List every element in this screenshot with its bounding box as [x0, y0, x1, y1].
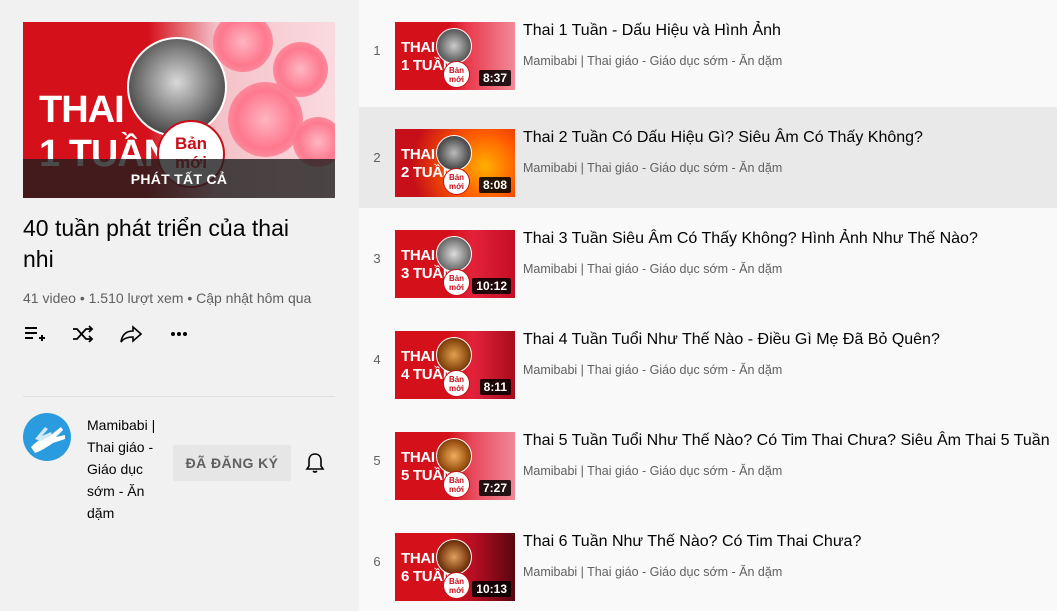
badge-line1: Bản [448, 375, 465, 384]
video-title[interactable]: Thai 3 Tuần Siêu Âm Có Thấy Không? Hình … [523, 230, 978, 248]
badge-line2: mới [448, 75, 465, 84]
playlist-meta: 41 video • 1.510 lượt xem • Cập nhật hôm… [23, 290, 312, 306]
playlist-video-list: 1 THAI 1 TUẦN Bản mới 8:37 Thai 1 Tuần - D… [359, 0, 1057, 611]
playlist-item[interactable]: 1 THAI 1 TUẦN Bản mới 8:37 Thai 1 Tuần - D… [359, 0, 1057, 101]
badge-line2: mới [448, 283, 465, 292]
item-index: 2 [373, 150, 381, 165]
video-title[interactable]: Thai 4 Tuần Tuổi Như Thế Nào - Điều Gì M… [523, 331, 940, 349]
video-channel[interactable]: Mamibabi | Thai giáo - Giáo dục sớm - Ăn… [523, 565, 782, 579]
video-thumbnail[interactable]: THAI 6 TUẦN Bản mới 10:13 [395, 533, 515, 601]
playlist-item[interactable]: 6 THAI 6 TUẦN Bản mới 10:13 Thai 6 Tuần Nh… [359, 511, 1057, 611]
badge-line1: Bản [174, 134, 208, 153]
playlist-item[interactable]: 5 THAI 5 TUẦN Bản mới 7:27 Thai 5 Tuần Tuổ… [359, 410, 1057, 511]
badge-line2: mới [448, 485, 465, 494]
thumb-image [436, 135, 472, 171]
playlist-item[interactable]: 2 THAI 2 TUẦN Bản mới 8:08 Thai 2 Tuần Có … [359, 107, 1057, 208]
video-duration: 10:13 [472, 581, 511, 597]
thumb-image [436, 236, 472, 272]
play-all-button[interactable]: PHÁT TẤT CẢ [23, 159, 335, 198]
thumb-image [436, 438, 472, 474]
more-icon[interactable] [167, 322, 191, 346]
video-duration: 8:08 [478, 177, 511, 193]
playlist-item[interactable]: 3 THAI 3 TUẦN Bản mới 10:12 Thai 3 Tuần Si… [359, 208, 1057, 309]
video-title[interactable]: Thai 6 Tuần Như Thế Nào? Có Tim Thai Chư… [523, 533, 861, 551]
item-index: 3 [373, 251, 381, 266]
thumb-image [436, 539, 472, 575]
video-channel[interactable]: Mamibabi | Thai giáo - Giáo dục sớm - Ăn… [523, 262, 782, 276]
new-badge: Bản mới [443, 269, 470, 296]
new-badge: Bản mới [443, 572, 470, 599]
decor-embryo [228, 82, 303, 157]
hands-logo-icon [31, 427, 65, 453]
video-channel[interactable]: Mamibabi | Thai giáo - Giáo dục sớm - Ăn… [523, 54, 782, 68]
divider [23, 396, 335, 397]
playlist-thumbnail[interactable]: THAI 1 TUẦN Bản mới PHÁT TẤT CẢ [23, 22, 335, 198]
video-thumbnail[interactable]: THAI 3 TUẦN Bản mới 10:12 [395, 230, 515, 298]
share-icon[interactable] [119, 322, 143, 346]
playlist-title: 40 tuần phát triển của thai nhi [23, 215, 289, 272]
badge-line1: Bản [448, 66, 465, 75]
badge-line2: mới [448, 586, 465, 595]
notification-bell-icon[interactable] [303, 451, 327, 475]
thumb-image [436, 28, 472, 64]
playlist-actions [23, 322, 215, 352]
video-thumbnail[interactable]: THAI 1 TUẦN Bản mới 8:37 [395, 22, 515, 90]
video-channel[interactable]: Mamibabi | Thai giáo - Giáo dục sớm - Ăn… [523, 161, 782, 175]
item-index: 1 [373, 43, 381, 58]
video-duration: 8:37 [478, 70, 511, 86]
item-index: 4 [373, 352, 381, 367]
subscribed-button[interactable]: ĐÃ ĐĂNG KÝ [173, 445, 291, 481]
playlist-item[interactable]: 4 THAI 4 TUẦN Bản mới 8:11 Thai 4 Tuần Tuổ… [359, 309, 1057, 410]
badge-line1: Bản [448, 274, 465, 283]
channel-avatar[interactable] [23, 413, 71, 461]
badge-line1: Bản [448, 577, 465, 586]
playlist-sidebar: THAI 1 TUẦN Bản mới PHÁT TẤT CẢ 40 tuần … [0, 0, 359, 611]
video-thumbnail[interactable]: THAI 2 TUẦN Bản mới 8:08 [395, 129, 515, 197]
hero-line1: THAI [39, 89, 125, 131]
badge-line1: Bản [448, 476, 465, 485]
video-duration: 8:11 [479, 379, 511, 395]
video-channel[interactable]: Mamibabi | Thai giáo - Giáo dục sớm - Ăn… [523, 464, 782, 478]
item-index: 5 [373, 453, 381, 468]
new-badge: Bản mới [443, 471, 470, 498]
item-index: 6 [373, 554, 381, 569]
video-duration: 10:12 [472, 278, 511, 294]
channel-name[interactable]: Mamibabi | Thai giáo - Giáo dục sớm - Ăn… [87, 414, 165, 524]
new-badge: Bản mới [443, 61, 470, 88]
badge-line2: mới [448, 182, 465, 191]
shuffle-icon[interactable] [71, 322, 95, 346]
new-badge: Bản mới [443, 168, 470, 195]
video-title[interactable]: Thai 5 Tuần Tuổi Như Thế Nào? Có Tim Tha… [523, 432, 1050, 450]
video-channel[interactable]: Mamibabi | Thai giáo - Giáo dục sớm - Ăn… [523, 363, 782, 377]
video-thumbnail[interactable]: THAI 5 TUẦN Bản mới 7:27 [395, 432, 515, 500]
video-title[interactable]: Thai 1 Tuần - Dấu Hiệu và Hình Ảnh [523, 22, 781, 40]
new-badge: Bản mới [443, 370, 470, 397]
video-title[interactable]: Thai 2 Tuần Có Dấu Hiệu Gì? Siêu Âm Có T… [523, 129, 923, 147]
thumb-image [436, 337, 472, 373]
badge-line2: mới [448, 384, 465, 393]
add-to-queue-icon[interactable] [23, 322, 47, 346]
badge-line1: Bản [448, 173, 465, 182]
video-thumbnail[interactable]: THAI 4 TUẦN Bản mới 8:11 [395, 331, 515, 399]
video-duration: 7:27 [478, 480, 511, 496]
